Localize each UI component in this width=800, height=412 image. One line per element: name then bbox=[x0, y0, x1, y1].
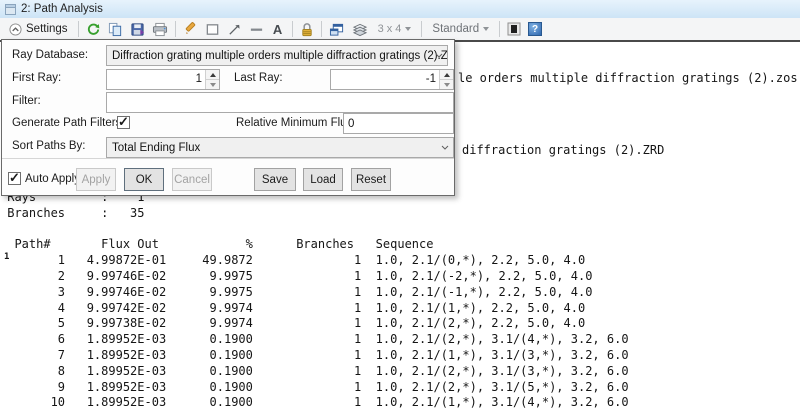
last-ray-label: Last Ray: bbox=[234, 72, 283, 84]
settings-panel: Ray Database: Diffraction grating multip… bbox=[1, 39, 455, 196]
pencil-annotation-button[interactable] bbox=[180, 19, 201, 39]
spin-down-icon[interactable] bbox=[440, 80, 453, 89]
text-annotation-button[interactable]: A bbox=[268, 19, 288, 39]
toolbar-separator bbox=[292, 21, 293, 37]
ray-database-value: Diffraction grating multiple orders mult… bbox=[112, 50, 448, 62]
cancel-button[interactable]: Cancel bbox=[172, 168, 212, 191]
toolbar-separator bbox=[421, 21, 422, 37]
refresh-button[interactable] bbox=[83, 19, 104, 39]
settings-chevron-up-icon bbox=[9, 23, 22, 36]
last-ray-value: -1 bbox=[331, 70, 439, 89]
layers-button[interactable] bbox=[349, 19, 371, 39]
rectangle-icon bbox=[205, 22, 220, 37]
help-icon: ? bbox=[528, 22, 542, 36]
report-zrd-line: diffraction gratings (2).ZRD bbox=[462, 143, 664, 157]
settings-toggle-button[interactable]: Settings bbox=[3, 19, 74, 39]
spin-up-icon[interactable] bbox=[206, 70, 219, 80]
path-analysis-window: { "window": { "title": "2: Path Analysis… bbox=[0, 0, 800, 412]
last-ray-stepper[interactable]: -1 bbox=[330, 69, 454, 90]
help-button[interactable]: ? bbox=[525, 19, 545, 39]
sort-paths-by-label: Sort Paths By: bbox=[12, 140, 86, 152]
print-icon bbox=[152, 22, 168, 37]
tile-windows-icon bbox=[329, 22, 345, 37]
path-analysis-output: Rays : 1 Branches : 35 Path# Flux Out % … bbox=[0, 190, 629, 411]
spin-down-icon[interactable] bbox=[206, 80, 219, 89]
save-icon bbox=[130, 22, 145, 37]
apply-button[interactable]: Apply bbox=[76, 168, 116, 191]
rectangle-annotation-button[interactable] bbox=[202, 19, 223, 39]
load-settings-button[interactable]: Load bbox=[303, 168, 343, 191]
generate-path-filters-checkbox[interactable] bbox=[117, 116, 130, 129]
standard-dropdown[interactable]: Standard bbox=[426, 19, 495, 39]
save-settings-button[interactable]: Save bbox=[254, 168, 296, 191]
arrow-icon bbox=[227, 22, 242, 37]
relative-minimum-flux-input[interactable] bbox=[343, 113, 454, 134]
first-ray-label: First Ray: bbox=[12, 72, 61, 84]
grid-size-dropdown[interactable]: 3 x 4 bbox=[372, 19, 418, 39]
sort-paths-by-select[interactable]: Total Ending Flux bbox=[106, 137, 454, 158]
text-icon: A bbox=[273, 23, 282, 36]
auto-apply-label: Auto Apply bbox=[25, 173, 80, 185]
report-filename-line: le orders multiple diffraction gratings … bbox=[458, 71, 798, 85]
auto-apply-checkbox[interactable] bbox=[8, 172, 21, 185]
toolbar-separator bbox=[175, 21, 176, 37]
save-button[interactable] bbox=[127, 19, 148, 39]
chevron-down-icon bbox=[435, 53, 443, 58]
standard-label: Standard bbox=[432, 23, 479, 35]
panel-separator bbox=[2, 158, 454, 159]
tile-windows-button[interactable] bbox=[326, 19, 348, 39]
relative-minimum-flux-label: Relative Minimum Flux: bbox=[236, 117, 356, 129]
sort-paths-by-value: Total Ending Flux bbox=[112, 142, 200, 154]
chevron-down-icon bbox=[405, 27, 411, 31]
window-icon bbox=[5, 4, 16, 15]
ray-database-label: Ray Database: bbox=[12, 49, 88, 61]
window-title: 2: Path Analysis bbox=[21, 3, 103, 15]
ray-database-select[interactable]: Diffraction grating multiple orders mult… bbox=[106, 45, 448, 66]
chevron-down-icon bbox=[483, 27, 489, 31]
print-button[interactable] bbox=[149, 19, 171, 39]
refresh-icon bbox=[86, 22, 101, 37]
invert-colors-button[interactable] bbox=[504, 19, 524, 39]
filter-label: Filter: bbox=[12, 95, 41, 107]
reset-settings-button[interactable]: Reset bbox=[351, 168, 391, 191]
copy-button[interactable] bbox=[105, 19, 126, 39]
filter-input[interactable] bbox=[106, 92, 454, 113]
copy-icon bbox=[108, 22, 123, 37]
settings-label: Settings bbox=[26, 23, 68, 35]
ok-button[interactable]: OK bbox=[124, 168, 164, 191]
lock-button[interactable] bbox=[297, 19, 317, 39]
spin-up-icon[interactable] bbox=[440, 70, 453, 80]
first-ray-value: 1 bbox=[107, 70, 205, 89]
grid-size-label: 3 x 4 bbox=[378, 23, 402, 35]
layers-icon bbox=[352, 22, 368, 37]
window-titlebar: 2: Path Analysis bbox=[0, 0, 800, 18]
line-annotation-button[interactable] bbox=[246, 19, 267, 39]
monitor-icon bbox=[507, 22, 521, 36]
toolbar-separator bbox=[499, 21, 500, 37]
toolbar-separator bbox=[321, 21, 322, 37]
arrow-annotation-button[interactable] bbox=[224, 19, 245, 39]
generate-path-filters-label: Generate Path Filters bbox=[12, 117, 121, 129]
lock-icon bbox=[300, 22, 314, 37]
line-icon bbox=[249, 22, 264, 37]
chevron-down-icon bbox=[441, 145, 449, 150]
toolbar-separator bbox=[78, 21, 79, 37]
pencil-icon bbox=[183, 22, 198, 37]
first-ray-stepper[interactable]: 1 bbox=[106, 69, 220, 90]
